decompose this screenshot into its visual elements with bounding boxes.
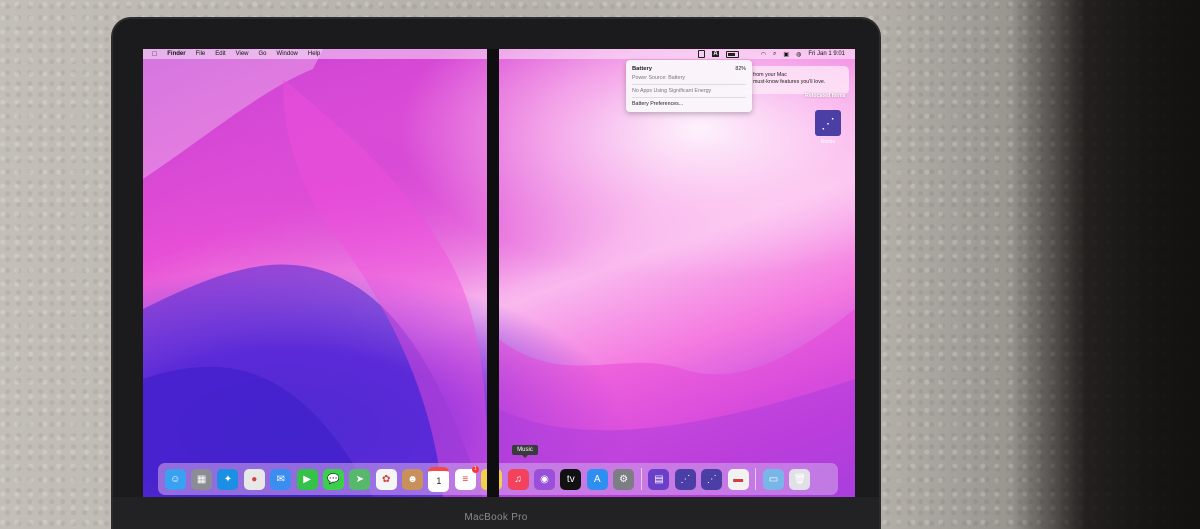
notification-banner[interactable]: from your Mac must-know features you'll …	[743, 66, 849, 94]
dock-downloads-folder-icon[interactable]: ▭	[762, 468, 784, 490]
menu-app-name[interactable]: Finder	[167, 51, 185, 57]
input-source-icon[interactable]: A	[712, 51, 719, 57]
document-status-icon[interactable]	[698, 50, 706, 58]
dock-badge: 1	[471, 465, 479, 473]
screen-crack-divider	[487, 49, 499, 497]
menu-edit[interactable]: Edit	[215, 51, 225, 57]
dock-system-preferences-icon[interactable]: ⚙	[613, 468, 635, 490]
wallpaper-waves	[143, 49, 855, 497]
dock-music-icon[interactable]: ♫	[507, 468, 529, 490]
wifi-icon[interactable]: ◠	[761, 51, 766, 58]
menu-go[interactable]: Go	[259, 51, 267, 57]
background-shadow	[1010, 0, 1200, 529]
power-source-text: Power Source: Battery	[632, 75, 685, 81]
dock-mail-icon[interactable]: ✉	[270, 468, 292, 490]
dock-photos-icon[interactable]: ✿	[375, 468, 397, 490]
menu-help[interactable]: Help	[308, 51, 320, 57]
apple-menu-icon[interactable]: 	[152, 51, 157, 58]
dock-rosbo-1-icon[interactable]: ⋰	[674, 468, 696, 490]
dock-finder-icon[interactable]: ☺	[164, 468, 186, 490]
rosbo-app-label: Rosbo	[820, 139, 836, 145]
notification-line-1: from your Mac	[753, 72, 787, 78]
dock-rosbo-2-icon[interactable]: ⋰	[701, 468, 723, 490]
dock-reminders-icon[interactable]: ≡ 1	[454, 465, 479, 490]
menu-file[interactable]: File	[196, 51, 206, 57]
divider	[632, 84, 746, 85]
macos-desktop-screen:  Finder File Edit View Go Window Help A…	[143, 49, 855, 497]
battery-popover: Battery 82% Power Source: Battery No App…	[626, 60, 752, 112]
battery-preferences-item[interactable]: Battery Preferences...	[632, 101, 746, 107]
status-menu-area: A ◠ ⌕ ▣ ◍ Fri Jan 1 9:01	[698, 49, 845, 59]
dock-tooltip: Music	[512, 445, 538, 458]
dock-app-purple-icon[interactable]: ▤	[648, 468, 670, 490]
dock-separator	[755, 468, 757, 490]
menu-clock[interactable]: Fri Jan 1 9:01	[808, 51, 845, 57]
notification-line-2: must-know features you'll love.	[753, 79, 826, 85]
dock-maps-icon[interactable]: ➤	[349, 468, 371, 490]
search-icon[interactable]: ⌕	[773, 51, 776, 58]
dock-messages-icon[interactable]: 💬	[322, 468, 344, 490]
dock-launchpad-icon[interactable]: ▦	[191, 468, 213, 490]
energy-status-text: No Apps Using Significant Energy	[632, 88, 712, 94]
menu-bar:  Finder File Edit View Go Window Help A…	[143, 49, 855, 59]
dock-trash-icon[interactable]: 🗑	[789, 468, 811, 490]
divider	[632, 97, 746, 98]
dock-podcasts-icon[interactable]: ◉	[533, 468, 555, 490]
dock-preview-icon[interactable]: ▬	[727, 468, 749, 490]
control-center-icon[interactable]: ▣	[783, 51, 789, 58]
relocated-items-label[interactable]: Relocated Items	[805, 93, 846, 99]
dock-calendar-icon[interactable]: 1	[428, 466, 450, 492]
dock-contacts-icon[interactable]: ☻	[402, 468, 424, 490]
dock-tv-icon[interactable]: tv	[560, 468, 582, 490]
menu-view[interactable]: View	[236, 51, 249, 57]
macbook-label: MacBook Pro	[464, 512, 528, 523]
battery-percent: 82%	[735, 66, 746, 72]
dock-safari-icon[interactable]: ✦	[217, 468, 239, 490]
dock-facetime-icon[interactable]: ▶	[296, 468, 318, 490]
siri-icon[interactable]: ◍	[796, 51, 801, 58]
battery-icon[interactable]	[725, 50, 739, 58]
dock-app-store-icon[interactable]: A	[586, 468, 608, 490]
rosbo-app-icon[interactable]: ⋰	[815, 110, 841, 136]
dock-separator	[640, 468, 642, 490]
menu-window[interactable]: Window	[277, 51, 298, 57]
dock-chrome-icon[interactable]: ●	[243, 468, 265, 490]
